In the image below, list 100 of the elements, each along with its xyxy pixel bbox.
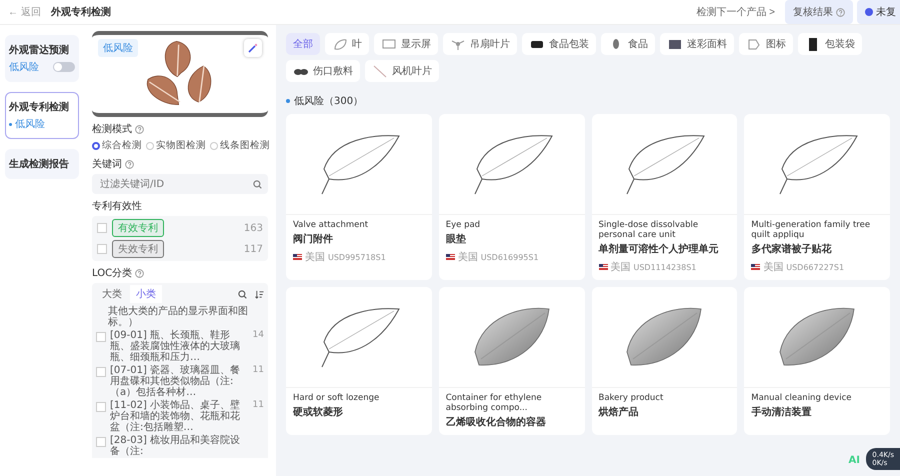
step-item[interactable]: 外观专利检测 低风险: [5, 92, 79, 139]
bullet-icon: [9, 122, 12, 126]
risk-label: 低风险: [9, 61, 39, 74]
category-tab[interactable]: 吊扇叶片: [443, 33, 517, 55]
risk-tag: 低风险: [98, 39, 138, 57]
patent-title: Bakery product: [598, 393, 664, 403]
review-result-button[interactable]: 复核结果: [785, 0, 853, 24]
magic-wand-button[interactable]: [244, 39, 262, 57]
patent-title: Multi-generation family tree quilt appliqu: [751, 220, 872, 240]
help-icon[interactable]: [125, 160, 134, 168]
patent-title-chinese: 烘焙产品: [598, 406, 640, 419]
checkbox[interactable]: [97, 244, 107, 254]
help-icon[interactable]: [135, 124, 144, 134]
count: 11: [252, 400, 264, 411]
category-tab[interactable]: 食品包装: [522, 33, 596, 55]
keyword-label: 关键词: [92, 158, 122, 171]
flag-icon: [446, 254, 455, 260]
sort-icon[interactable]: [255, 290, 264, 298]
patent-title-chinese: 手动清洁装置: [751, 406, 812, 419]
wand-icon: [248, 43, 258, 53]
count: 14: [252, 330, 264, 341]
patent-card[interactable]: Multi-generation family tree quilt appliqu 多代家谱被子贴花 美国 USD667227S1: [744, 114, 890, 280]
bullet-icon: [286, 99, 290, 103]
status-label: 未复: [876, 6, 896, 19]
patent-card[interactable]: Bakery product 烘焙产品: [592, 287, 738, 435]
count: 117: [244, 244, 263, 254]
keyword-input[interactable]: 过滤关键词/ID: [98, 178, 253, 190]
patent-number: USD1114238S1: [634, 262, 696, 272]
step-title: 外观雷达预测: [9, 44, 70, 57]
toggle-switch[interactable]: [53, 62, 75, 72]
country-label: 美国: [305, 250, 325, 264]
category-tab[interactable]: 图标: [739, 33, 793, 55]
patent-card[interactable]: Valve attachment 阀门附件 美国 USD995718S1: [286, 114, 432, 280]
patent-title-chinese: 阀门附件: [293, 232, 334, 246]
country-label: 美国: [763, 260, 784, 274]
next-product-link[interactable]: 检测下一个产品 >: [696, 5, 775, 19]
loc-category[interactable]: [11-02] 小装饰品、桌子、壁炉台和墙的装饰物、花瓶和花盆（注:包括雕塑…: [110, 400, 248, 433]
patent-card[interactable]: Hard or soft lozenge 硬或软菱形: [286, 287, 432, 435]
category-tab[interactable]: 包装袋: [798, 33, 862, 55]
patent-title-chinese: 硬或软菱形: [293, 406, 344, 419]
checkbox[interactable]: [97, 223, 107, 233]
patent-title-chinese: 单剂量可溶性个人护理单元: [598, 242, 720, 256]
checkbox[interactable]: [96, 402, 106, 412]
page-title: 外观专利检测: [50, 6, 111, 19]
checkbox[interactable]: [96, 367, 106, 377]
risk-label: 低风险: [15, 118, 45, 131]
category-tab[interactable]: 风机叶片: [365, 60, 439, 82]
patent-number: USD667227S1: [786, 262, 844, 272]
mode-label: 检测模式: [92, 122, 132, 136]
checkbox[interactable]: [96, 332, 106, 342]
flag-icon: [751, 264, 760, 270]
ai-label: AI: [848, 455, 860, 466]
patent-title-chinese: 多代家谱被子贴花: [751, 242, 832, 256]
validity-label: 专利有效性: [92, 200, 142, 213]
mode-radio[interactable]: 线条图检测: [210, 139, 270, 152]
status-dot-icon: [865, 8, 873, 16]
count: 11: [252, 365, 264, 376]
patent-card[interactable]: Single-dose dissolvable personal care unit 单剂量可溶性个人护理单元 美国 USD1114238S1: [592, 114, 738, 280]
mode-radio[interactable]: 综合检测: [92, 139, 142, 152]
patent-title: Container for ethylene absorbing compo...: [446, 393, 543, 413]
section-heading: 低风险（300）: [294, 95, 364, 108]
category-tab[interactable]: 食品: [601, 33, 655, 55]
help-icon[interactable]: [836, 8, 845, 16]
step-item[interactable]: 外观雷达预测 低风险: [5, 35, 79, 82]
patent-title-chinese: 眼垫: [446, 232, 467, 246]
search-icon[interactable]: [238, 290, 247, 298]
validity-tag: 失效专利: [112, 240, 164, 258]
country-label: 美国: [458, 250, 478, 264]
thumbnail-icon: [381, 36, 397, 52]
patent-title: Hard or soft lozenge: [293, 393, 380, 403]
category-tab[interactable]: 伤口敷料: [286, 60, 360, 82]
help-icon[interactable]: [135, 268, 144, 278]
loc-category[interactable]: [09-01] 瓶、长颈瓶、鞋形瓶、盛装腐蚀性液体的大玻璃瓶、细颈瓶和压力…: [110, 330, 248, 363]
step-title: 外观专利检测: [9, 100, 70, 114]
search-icon[interactable]: [253, 180, 262, 188]
flag-icon: [598, 264, 608, 270]
patent-card[interactable]: Manual cleaning device 手动清洁装置: [744, 287, 890, 435]
thumbnail-icon: [372, 64, 388, 78]
loc-tab[interactable]: 大类: [96, 285, 128, 303]
loc-tab[interactable]: 小类: [130, 285, 162, 303]
loc-label: LOC分类: [92, 266, 132, 280]
validity-tag: 有效专利: [112, 219, 164, 237]
loc-category[interactable]: [07-01] 瓷器、玻璃器皿、餐用盘碟和其他类似物品（注:（a）包括各种材…: [110, 365, 248, 398]
country-label: 美国: [610, 260, 630, 274]
thumbnail-icon: [746, 36, 762, 52]
patent-title-chinese: 乙烯吸收化合物的容器: [446, 415, 547, 429]
category-tab[interactable]: 叶: [325, 33, 369, 55]
step-title: 生成检测报告: [9, 158, 70, 171]
thumbnail-icon: [332, 36, 348, 52]
patent-card[interactable]: Container for ethylene absorbing compo... 乙烯吸收化合物的容器: [438, 287, 584, 435]
category-tab[interactable]: 显示屏: [374, 33, 438, 55]
search-field[interactable]: 过滤关键词/ID: [92, 174, 268, 194]
category-tab[interactable]: 全部: [286, 33, 320, 55]
checkbox[interactable]: [96, 437, 106, 447]
patent-card[interactable]: Eye pad 眼垫 美国 USD616995S1: [438, 114, 584, 280]
patent-title: Valve attachment: [293, 220, 370, 230]
step-item[interactable]: 生成检测报告: [5, 149, 79, 179]
category-tab[interactable]: 迷彩面料: [660, 33, 734, 55]
flag-icon: [293, 254, 302, 260]
mode-radio[interactable]: 实物图检测: [146, 139, 206, 152]
